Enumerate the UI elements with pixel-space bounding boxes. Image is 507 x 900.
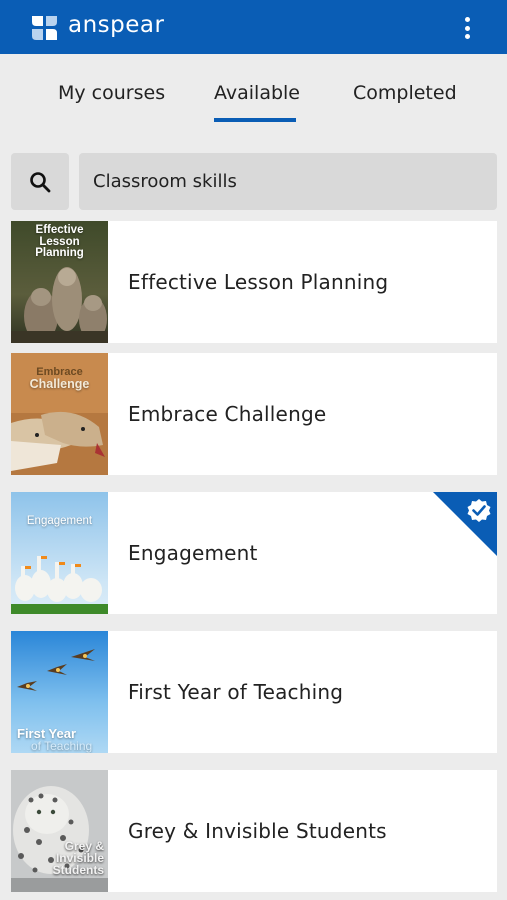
thumbnail-text: Challenge: [29, 377, 90, 391]
search-input[interactable]: Classroom skills: [79, 153, 497, 210]
search-button[interactable]: [11, 153, 69, 210]
course-card-engagement[interactable]: Engagement Engagement: [11, 492, 497, 614]
course-title: Embrace Challenge: [128, 402, 327, 426]
thumbnail-text: of Teaching: [31, 739, 93, 753]
app-bar: anspear: [0, 0, 507, 54]
thumbnail-text: Students: [52, 863, 104, 877]
course-card-first-year-of-teaching[interactable]: First Year of Teaching First Year of Tea…: [11, 631, 497, 753]
course-thumbnail: Embrace Challenge: [11, 353, 108, 475]
thumbnail-text: Effective: [35, 224, 84, 236]
search-icon: [30, 171, 51, 192]
course-thumbnail: Engagement: [11, 492, 108, 614]
course-card-effective-lesson-planning[interactable]: Effective Lesson Planning Effective Less…: [11, 221, 497, 343]
thumbnail-text: Engagement: [26, 515, 93, 527]
tab-available[interactable]: Available: [214, 82, 300, 104]
app-name: anspear: [68, 12, 165, 38]
course-thumbnail: First Year of Teaching: [11, 631, 108, 753]
more-vertical-icon[interactable]: [455, 15, 479, 41]
tab-completed[interactable]: Completed: [353, 82, 457, 104]
anspear-logo-icon: [32, 16, 57, 40]
active-tab-indicator: [214, 118, 296, 122]
completed-ribbon: [433, 492, 497, 556]
course-thumbnail: Grey & Invisible Students: [11, 770, 108, 892]
course-title: Engagement: [128, 541, 258, 565]
course-title: Grey & Invisible Students: [128, 819, 387, 843]
course-card-embrace-challenge[interactable]: Embrace Challenge Embrace Challenge: [11, 353, 497, 475]
course-title: Effective Lesson Planning: [128, 270, 389, 294]
thumbnail-text: Planning: [35, 247, 84, 259]
course-card-grey-invisible-students[interactable]: Grey & Invisible Students Grey & Invisib…: [11, 770, 497, 892]
tab-bar: My courses Available Completed: [0, 54, 507, 124]
course-title: First Year of Teaching: [128, 680, 344, 704]
course-thumbnail: Effective Lesson Planning: [11, 221, 108, 343]
tab-my-courses[interactable]: My courses: [58, 82, 165, 104]
